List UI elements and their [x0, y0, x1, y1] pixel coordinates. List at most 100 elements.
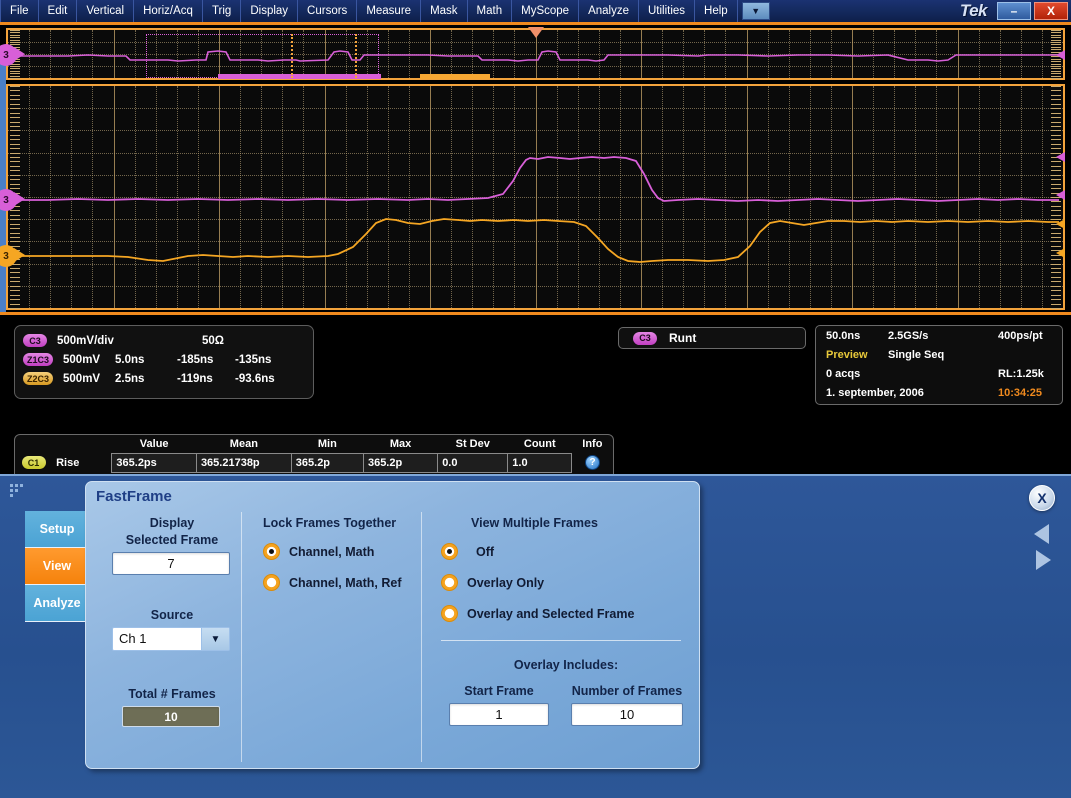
tab-setup[interactable]: Setup [25, 511, 89, 548]
overlay-includes-label: Overlay Includes: [441, 658, 691, 672]
view-multiple-label: View Multiple Frames [441, 516, 691, 530]
status-resolution: 400ps/pt [998, 330, 1043, 342]
zoom1-pos2: -135ns [235, 354, 271, 366]
menu-item-cursors[interactable]: Cursors [298, 0, 357, 22]
display-group: Display Selected Frame 7 Source Ch 1 ▼ T… [108, 516, 236, 727]
lock-frames-label: Lock Frames Together [263, 516, 413, 530]
measurement-count: 1.0 [508, 453, 572, 472]
total-frames-readout: 10 [122, 706, 220, 727]
status-acqs: 0 acqs [826, 368, 998, 380]
source-label: Source [108, 608, 236, 622]
question-mark-icon[interactable]: ? [585, 455, 600, 470]
measurement-info-cell[interactable]: ? [572, 453, 613, 472]
menu-item-display[interactable]: Display [241, 0, 298, 22]
radio-icon[interactable] [441, 543, 458, 560]
dialog-tab-strip: Setup View Analyze [25, 511, 89, 622]
triangle-left-icon[interactable] [1034, 524, 1049, 544]
chevron-down-icon[interactable]: ▼ [742, 2, 770, 20]
zoom-channel-arrow-right-ch3 [1056, 50, 1065, 60]
selected-frame-label: Selected Frame [108, 533, 236, 547]
status-row-datetime: 1. september, 2006 10:34:25 [816, 383, 1062, 402]
close-window-button[interactable]: X [1034, 2, 1068, 20]
main-graticule[interactable]: 3 3 [6, 84, 1065, 310]
menu-item-math[interactable]: Math [468, 0, 513, 22]
option-label: Channel, Math, Ref [289, 576, 402, 590]
waveform-ch3-orange [12, 219, 1059, 262]
menu-item-help[interactable]: Help [695, 0, 738, 22]
status-sample-rate: 2.5GS/s [888, 330, 998, 342]
close-dialog-button[interactable]: X [1029, 485, 1055, 511]
trigger-status-box[interactable]: C3 Runt [618, 327, 806, 349]
menu-item-utilities[interactable]: Utilities [639, 0, 695, 22]
trigger-position-marker[interactable] [528, 27, 544, 38]
channel-readout-panel: C3 500mV/div 50Ω Z1C3 500mV 5.0ns -185ns… [14, 325, 314, 399]
col-stdev: St Dev [438, 435, 508, 453]
dialog-title: FastFrame [96, 488, 172, 505]
menu-item-analyze[interactable]: Analyze [579, 0, 639, 22]
menu-item-myscope[interactable]: MyScope [512, 0, 579, 22]
oscilloscope-window: File Edit Vertical Horiz/Acq Trig Displa… [0, 0, 1071, 798]
measurement-value: 365.2ps [112, 453, 197, 472]
radio-icon[interactable] [441, 605, 458, 622]
zoom-graticule[interactable]: 3 [6, 28, 1065, 80]
display-group-label: Display [108, 516, 236, 530]
lock-frames-option-channel-math[interactable]: Channel, Math [263, 543, 413, 560]
view-option-overlay-and-selected[interactable]: Overlay and Selected Frame [441, 605, 691, 622]
total-frames-label: Total # Frames [108, 687, 236, 701]
view-option-off[interactable]: Off [441, 543, 691, 560]
measurement-channel-badge: C1 [22, 456, 46, 469]
lock-frames-group: Lock Frames Together Channel, Math Chann… [263, 516, 413, 605]
chevron-down-icon[interactable]: ▼ [201, 628, 229, 650]
table-row[interactable]: C1 Rise 365.2ps 365.21738p 365.2p 365.2p… [15, 453, 613, 472]
source-value: Ch 1 [113, 628, 201, 650]
source-select[interactable]: Ch 1 ▼ [112, 627, 230, 651]
menu-item-file[interactable]: File [0, 0, 39, 22]
col-value: Value [112, 435, 197, 453]
radio-icon[interactable] [441, 574, 458, 591]
tab-view[interactable]: View [25, 548, 89, 585]
zoom2-time: 2.5ns [115, 373, 177, 385]
measurement-grid: Value Mean Min Max St Dev Count Info C1 [15, 435, 613, 473]
view-option-overlay-only[interactable]: Overlay Only [441, 574, 691, 591]
triangle-right-icon[interactable] [1036, 550, 1051, 570]
radio-icon[interactable] [263, 543, 280, 560]
radio-icon[interactable] [263, 574, 280, 591]
tab-analyze[interactable]: Analyze [25, 585, 89, 622]
measurement-mean: 365.21738p [196, 453, 291, 472]
view-multiple-frames-group: View Multiple Frames Off Overlay Only Ov… [441, 516, 691, 726]
menu-item-horiz-acq[interactable]: Horiz/Acq [134, 0, 203, 22]
menu-item-trig[interactable]: Trig [203, 0, 241, 22]
zoom2-pos2: -93.6ns [235, 373, 275, 385]
option-label: Channel, Math [289, 545, 374, 559]
menu-item-edit[interactable]: Edit [39, 0, 78, 22]
measurement-name: Rise [52, 453, 112, 472]
zoom2-badge[interactable]: Z2C3 [23, 372, 53, 385]
col-name [52, 435, 112, 453]
zoom2-volts: 500mV [53, 373, 115, 385]
channel-badge[interactable]: C3 [23, 334, 47, 347]
menu-item-mask[interactable]: Mask [421, 0, 467, 22]
option-label: Overlay and Selected Frame [467, 607, 634, 621]
readout-row: C3 500mV/div 50Ω [23, 331, 305, 350]
measurement-header-row: Value Mean Min Max St Dev Count Info [15, 435, 613, 453]
measurement-min: 365.2p [291, 453, 363, 472]
menu-bar-spacer [770, 0, 960, 22]
lock-frames-option-channel-math-ref[interactable]: Channel, Math, Ref [263, 574, 413, 591]
zoom1-pos1: -185ns [177, 354, 235, 366]
trigger-type-label: Runt [669, 331, 696, 345]
minimize-button[interactable]: – [997, 2, 1031, 20]
start-frame-input[interactable]: 1 [449, 703, 549, 726]
col-max: Max [363, 435, 437, 453]
col-count: Count [508, 435, 572, 453]
number-of-frames-input[interactable]: 10 [571, 703, 683, 726]
panel-grip-handle[interactable] [10, 484, 24, 496]
zoom1-badge[interactable]: Z1C3 [23, 353, 53, 366]
tek-logo: Tek [960, 0, 997, 22]
menu-item-measure[interactable]: Measure [357, 0, 421, 22]
cursor-arrow-magenta-2 [1056, 190, 1065, 200]
status-date: 1. september, 2006 [826, 387, 998, 399]
measurement-stdev: 0.0 [438, 453, 508, 472]
selected-frame-input[interactable]: 7 [112, 552, 230, 575]
zoom1-time: 5.0ns [115, 354, 177, 366]
menu-item-vertical[interactable]: Vertical [77, 0, 134, 22]
